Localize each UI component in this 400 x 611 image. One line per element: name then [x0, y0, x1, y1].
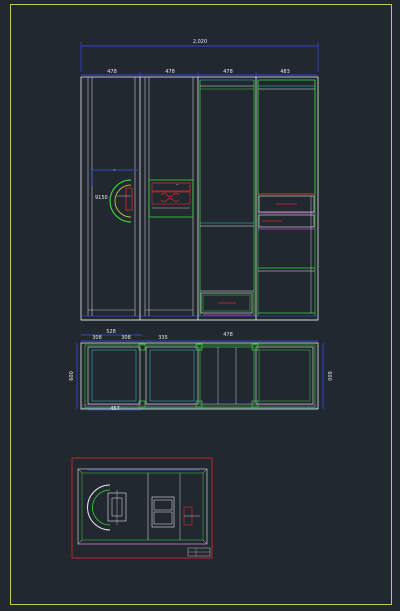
elevation-view: 2,020 478 478 478 483 9150 = ꟷ: [80, 39, 319, 321]
svg-text:ꟷ: ꟷ: [176, 183, 179, 187]
plan-dim-308a: 308: [92, 335, 102, 341]
bay-3-width: 478: [223, 69, 233, 75]
detail-thumbnail: [71, 457, 213, 559]
bay-2-width: 478: [165, 69, 175, 75]
bay-1-width: 478: [107, 69, 117, 75]
overall-width-label: 2,020: [193, 39, 207, 45]
plan-view: 528 308 308 335 478 457 600 600: [69, 329, 332, 412]
cad-drawing: 2,020 478 478 478 483 9150 = ꟷ 528 308 3…: [10, 4, 392, 605]
side-dimension-label: 9150: [95, 195, 108, 201]
plan-right-depth: 600: [326, 371, 332, 381]
bay-4-width: 483: [280, 69, 290, 75]
plan-dim-528: 528: [106, 329, 116, 335]
plan-bottom-dim: 457: [110, 406, 120, 412]
plan-dim-335: 335: [158, 335, 168, 341]
plan-dim-478: 478: [223, 332, 233, 338]
plan-left-depth: 600: [69, 371, 75, 381]
plan-dim-308b: 308: [121, 335, 131, 341]
